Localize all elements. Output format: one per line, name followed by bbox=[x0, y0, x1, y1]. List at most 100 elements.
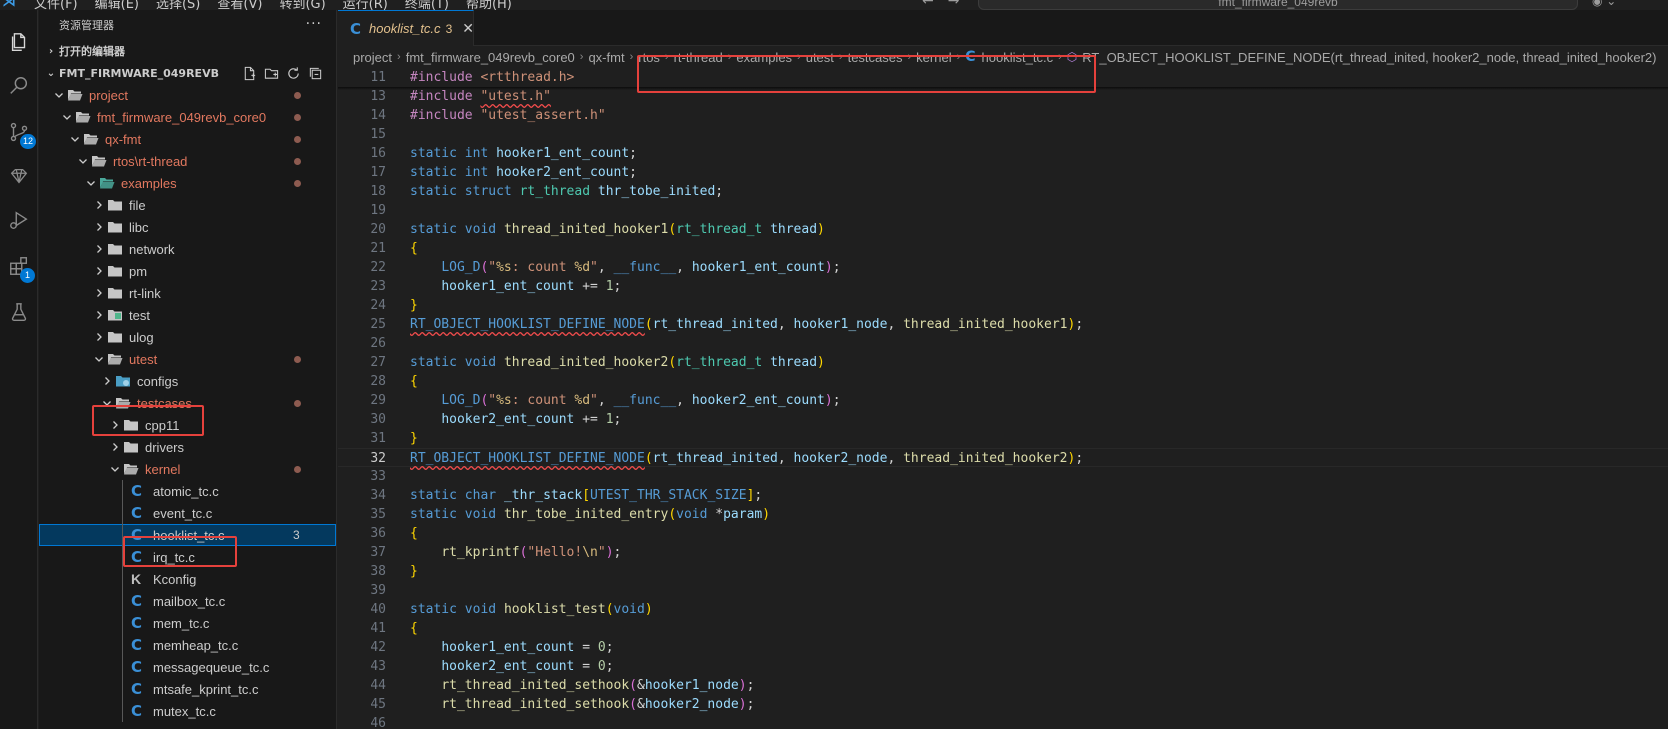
tree-item[interactable]: Cmessagequeue_tc.c bbox=[39, 656, 336, 678]
tree-item[interactable]: configs bbox=[39, 370, 336, 392]
open-editors-section[interactable]: › 打开的编辑器 bbox=[39, 40, 336, 62]
tree-item[interactable]: drivers bbox=[39, 436, 336, 458]
breadcrumb-item[interactable]: utest bbox=[806, 50, 834, 65]
code-line[interactable]: 15 bbox=[338, 125, 1668, 144]
code-line[interactable]: 27 static void thread_inited_hooker2(rt_t… bbox=[338, 353, 1668, 372]
extensions-icon[interactable]: 1 bbox=[0, 248, 38, 284]
tree-item[interactable]: examples bbox=[39, 172, 336, 194]
workspace-section[interactable]: ⌄ FMT_FIRMWARE_049REVB bbox=[39, 62, 336, 84]
menu-item-1[interactable]: 编辑(E) bbox=[95, 0, 139, 10]
more-actions-icon[interactable]: ··· bbox=[306, 16, 322, 32]
breadcrumb-item[interactable]: testcases bbox=[848, 50, 903, 65]
tree-item[interactable]: ulog bbox=[39, 326, 336, 348]
code-line[interactable]: 21 { bbox=[338, 239, 1668, 258]
new-folder-icon[interactable] bbox=[260, 65, 282, 81]
menu-item-3[interactable]: 查看(V) bbox=[217, 0, 262, 10]
menu-item-0[interactable]: 文件(F) bbox=[34, 0, 78, 10]
code-line[interactable]: 41 { bbox=[338, 619, 1668, 638]
tree-item[interactable]: project bbox=[39, 84, 336, 106]
tree-item[interactable]: kernel bbox=[39, 458, 336, 480]
menu-item-7[interactable]: 帮助(H) bbox=[466, 0, 512, 10]
code-line[interactable]: 46 bbox=[338, 714, 1668, 729]
code-line[interactable]: 44 rt_thread_inited_sethook(&hooker1_nod… bbox=[338, 676, 1668, 695]
tree-item[interactable]: network bbox=[39, 238, 336, 260]
testing-icon[interactable] bbox=[0, 294, 38, 330]
breadcrumb-item[interactable]: fmt_firmware_049revb_core0 bbox=[406, 50, 575, 65]
collapse-all-icon[interactable] bbox=[304, 65, 326, 81]
tab-hooklist-tc[interactable]: C hooklist_tc.c 3 ✕ bbox=[338, 10, 474, 46]
code-line[interactable]: 39 bbox=[338, 581, 1668, 600]
breadcrumb-item[interactable]: rtos bbox=[638, 50, 660, 65]
tree-item[interactable]: Chooklist_tc.c 3 bbox=[39, 524, 336, 546]
command-center-search[interactable]: fmt_firmware_049revb bbox=[978, 0, 1578, 10]
breadcrumb-item[interactable]: hooklist_tc.c bbox=[982, 50, 1054, 65]
code-line[interactable]: 23 hooker1_ent_count += 1; bbox=[338, 277, 1668, 296]
code-line[interactable]: 36 { bbox=[338, 524, 1668, 543]
new-file-icon[interactable] bbox=[238, 65, 260, 81]
tree-item[interactable]: Cmem_tc.c bbox=[39, 612, 336, 634]
breadcrumb-item[interactable]: examples bbox=[736, 50, 792, 65]
explorer-icon[interactable] bbox=[0, 24, 38, 60]
tree-item[interactable]: libc bbox=[39, 216, 336, 238]
menu-item-6[interactable]: 终端(T) bbox=[405, 0, 449, 10]
code-line[interactable]: 20 static void thread_inited_hooker1(rt_t… bbox=[338, 220, 1668, 239]
tree-item[interactable]: rt-link bbox=[39, 282, 336, 304]
code-line[interactable]: 28 { bbox=[338, 372, 1668, 391]
code-line[interactable]: 34 static char _thr_stack[UTEST_THR_STACK… bbox=[338, 486, 1668, 505]
code-line[interactable]: 35 static void thr_tobe_inited_entry(void… bbox=[338, 505, 1668, 524]
code-line[interactable]: 30 hooker2_ent_count += 1; bbox=[338, 410, 1668, 429]
code-line[interactable]: 13 #include "utest.h" bbox=[338, 87, 1668, 106]
code-line[interactable]: 42 hooker1_ent_count = 0; bbox=[338, 638, 1668, 657]
source-control-icon[interactable]: 12 bbox=[0, 114, 38, 150]
tree-item[interactable]: Cmtsafe_kprint_tc.c bbox=[39, 678, 336, 700]
code-line[interactable]: 33 bbox=[338, 467, 1668, 486]
breadcrumb-item[interactable]: qx-fmt bbox=[588, 50, 624, 65]
code-line[interactable]: 37 rt_kprintf("Hello!\n"); bbox=[338, 543, 1668, 562]
tree-item[interactable]: Cirq_tc.c bbox=[39, 546, 336, 568]
tree-item[interactable]: rtos\rt-thread bbox=[39, 150, 336, 172]
breadcrumb-item[interactable]: project bbox=[353, 50, 392, 65]
code-line[interactable]: 45 rt_thread_inited_sethook(&hooker2_nod… bbox=[338, 695, 1668, 714]
menu-item-2[interactable]: 选择(S) bbox=[156, 0, 200, 10]
tree-item[interactable]: Cmutex_tc.c bbox=[39, 700, 336, 722]
code-line[interactable]: 31} bbox=[338, 429, 1668, 448]
tree-item[interactable]: test bbox=[39, 304, 336, 326]
code-line[interactable]: 19 bbox=[338, 201, 1668, 220]
tree-item[interactable]: testcases bbox=[39, 392, 336, 414]
code-line[interactable]: 25 RT_OBJECT_HOOKLIST_DEFINE_NODE(rt_thre… bbox=[338, 315, 1668, 334]
code-line[interactable]: 29 LOG_D("%s: count %d", __func__, hooke… bbox=[338, 391, 1668, 410]
code-line[interactable]: 43 hooker2_ent_count = 0; bbox=[338, 657, 1668, 676]
menu-item-5[interactable]: 运行(R) bbox=[343, 0, 388, 10]
tree-item[interactable]: pm bbox=[39, 260, 336, 282]
code-line[interactable]: 40 static void hooklist_test(void) bbox=[338, 600, 1668, 619]
tree-item[interactable]: cpp11 bbox=[39, 414, 336, 436]
copilot-icon[interactable]: ◉ ⌄ bbox=[1592, 0, 1616, 8]
close-icon[interactable]: ✕ bbox=[462, 21, 474, 37]
tree-item[interactable]: Cmailbox_tc.c bbox=[39, 590, 336, 612]
run-debug-icon[interactable] bbox=[0, 202, 38, 238]
tree-item[interactable]: Catomic_tc.c bbox=[39, 480, 336, 502]
tree-item[interactable]: Cmemheap_tc.c bbox=[39, 634, 336, 656]
menu-item-4[interactable]: 转到(G) bbox=[279, 0, 325, 10]
code-line[interactable]: 16 static int hooker1_ent_count; bbox=[338, 144, 1668, 163]
code-line[interactable]: 32 RT_OBJECT_HOOKLIST_DEFINE_NODE(rt_thre… bbox=[338, 448, 1668, 467]
code-line[interactable]: 14 #include "utest_assert.h" bbox=[338, 106, 1668, 125]
refresh-icon[interactable] bbox=[282, 65, 304, 81]
code-line[interactable]: 24} bbox=[338, 296, 1668, 315]
code-editor[interactable]: 11 #include <rtthread.h> 13 #include "utest… bbox=[338, 68, 1668, 729]
forward-arrow-icon[interactable]: → bbox=[948, 0, 960, 9]
code-line[interactable]: 18 static struct rt_thread thr_tobe_inite… bbox=[338, 182, 1668, 201]
breadcrumb-symbol[interactable]: RT_OBJECT_HOOKLIST_DEFINE_NODE(rt_thread… bbox=[1082, 50, 1656, 65]
code-line[interactable]: 38} bbox=[338, 562, 1668, 581]
search-icon[interactable] bbox=[0, 68, 38, 104]
code-line[interactable]: 26 bbox=[338, 334, 1668, 353]
code-line[interactable]: 11 #include <rtthread.h> bbox=[338, 68, 1668, 87]
breadcrumb-item[interactable]: rt-thread bbox=[674, 50, 723, 65]
remote-explorer-icon[interactable] bbox=[0, 158, 38, 194]
code-line[interactable]: 22 LOG_D("%s: count %d", __func__, hooke… bbox=[338, 258, 1668, 277]
tree-item[interactable]: qx-fmt bbox=[39, 128, 336, 150]
tree-item[interactable]: file bbox=[39, 194, 336, 216]
tree-item[interactable]: K Kconfig bbox=[39, 568, 336, 590]
code-line[interactable]: 17 static int hooker2_ent_count; bbox=[338, 163, 1668, 182]
tree-item[interactable]: Cevent_tc.c bbox=[39, 502, 336, 524]
